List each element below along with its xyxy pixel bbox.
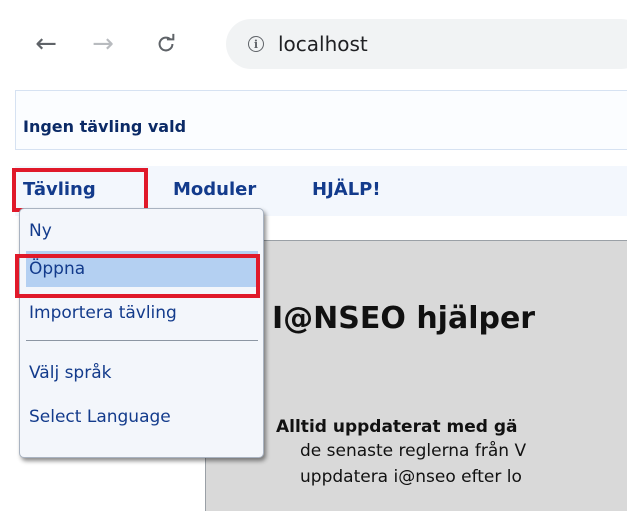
competition-header: Ingen tävling vald — [15, 90, 627, 150]
content-area: I@NSEO hjälper Alltid uppdaterat med gä … — [205, 240, 627, 511]
forward-arrow-icon: → — [92, 29, 114, 59]
menu-moduler[interactable]: Moduler — [173, 179, 256, 200]
forward-button[interactable]: → — [87, 28, 119, 60]
tavling-dropdown: Ny Öppna Importera tävling Välj språk Se… — [19, 208, 264, 458]
menu-separator — [26, 340, 258, 341]
reload-icon — [158, 33, 175, 52]
browser-toolbar: ← → i localhost — [0, 0, 627, 86]
menu-item-select-language[interactable]: Select Language — [26, 399, 258, 435]
reload-button[interactable] — [150, 28, 182, 60]
competition-status: Ingen tävling vald — [23, 117, 187, 136]
url-text: localhost — [278, 32, 368, 56]
menu-hjalp[interactable]: HJÄLP! — [312, 179, 381, 200]
menu-item-oppna[interactable]: Öppna — [26, 251, 258, 287]
menu-item-ny[interactable]: Ny — [26, 213, 258, 249]
menu-item-importera[interactable]: Importera tävling — [26, 295, 258, 331]
address-bar[interactable]: i localhost — [226, 19, 627, 69]
body-line-2: de senaste reglerna från V — [300, 441, 527, 461]
menu-item-valj-sprak[interactable]: Välj språk — [26, 355, 258, 391]
info-icon[interactable]: i — [248, 36, 264, 52]
body-line-3: uppdatera i@nseo efter lo — [300, 467, 522, 487]
back-arrow-icon: ← — [35, 29, 57, 59]
page: Ingen tävling vald Tävling Moduler HJÄLP… — [0, 86, 627, 511]
menu-tavling[interactable]: Tävling — [23, 179, 96, 200]
back-button[interactable]: ← — [30, 28, 62, 60]
body-line-1: Alltid uppdaterat med gä — [276, 417, 518, 437]
page-title: I@NSEO hjälper — [272, 301, 536, 336]
